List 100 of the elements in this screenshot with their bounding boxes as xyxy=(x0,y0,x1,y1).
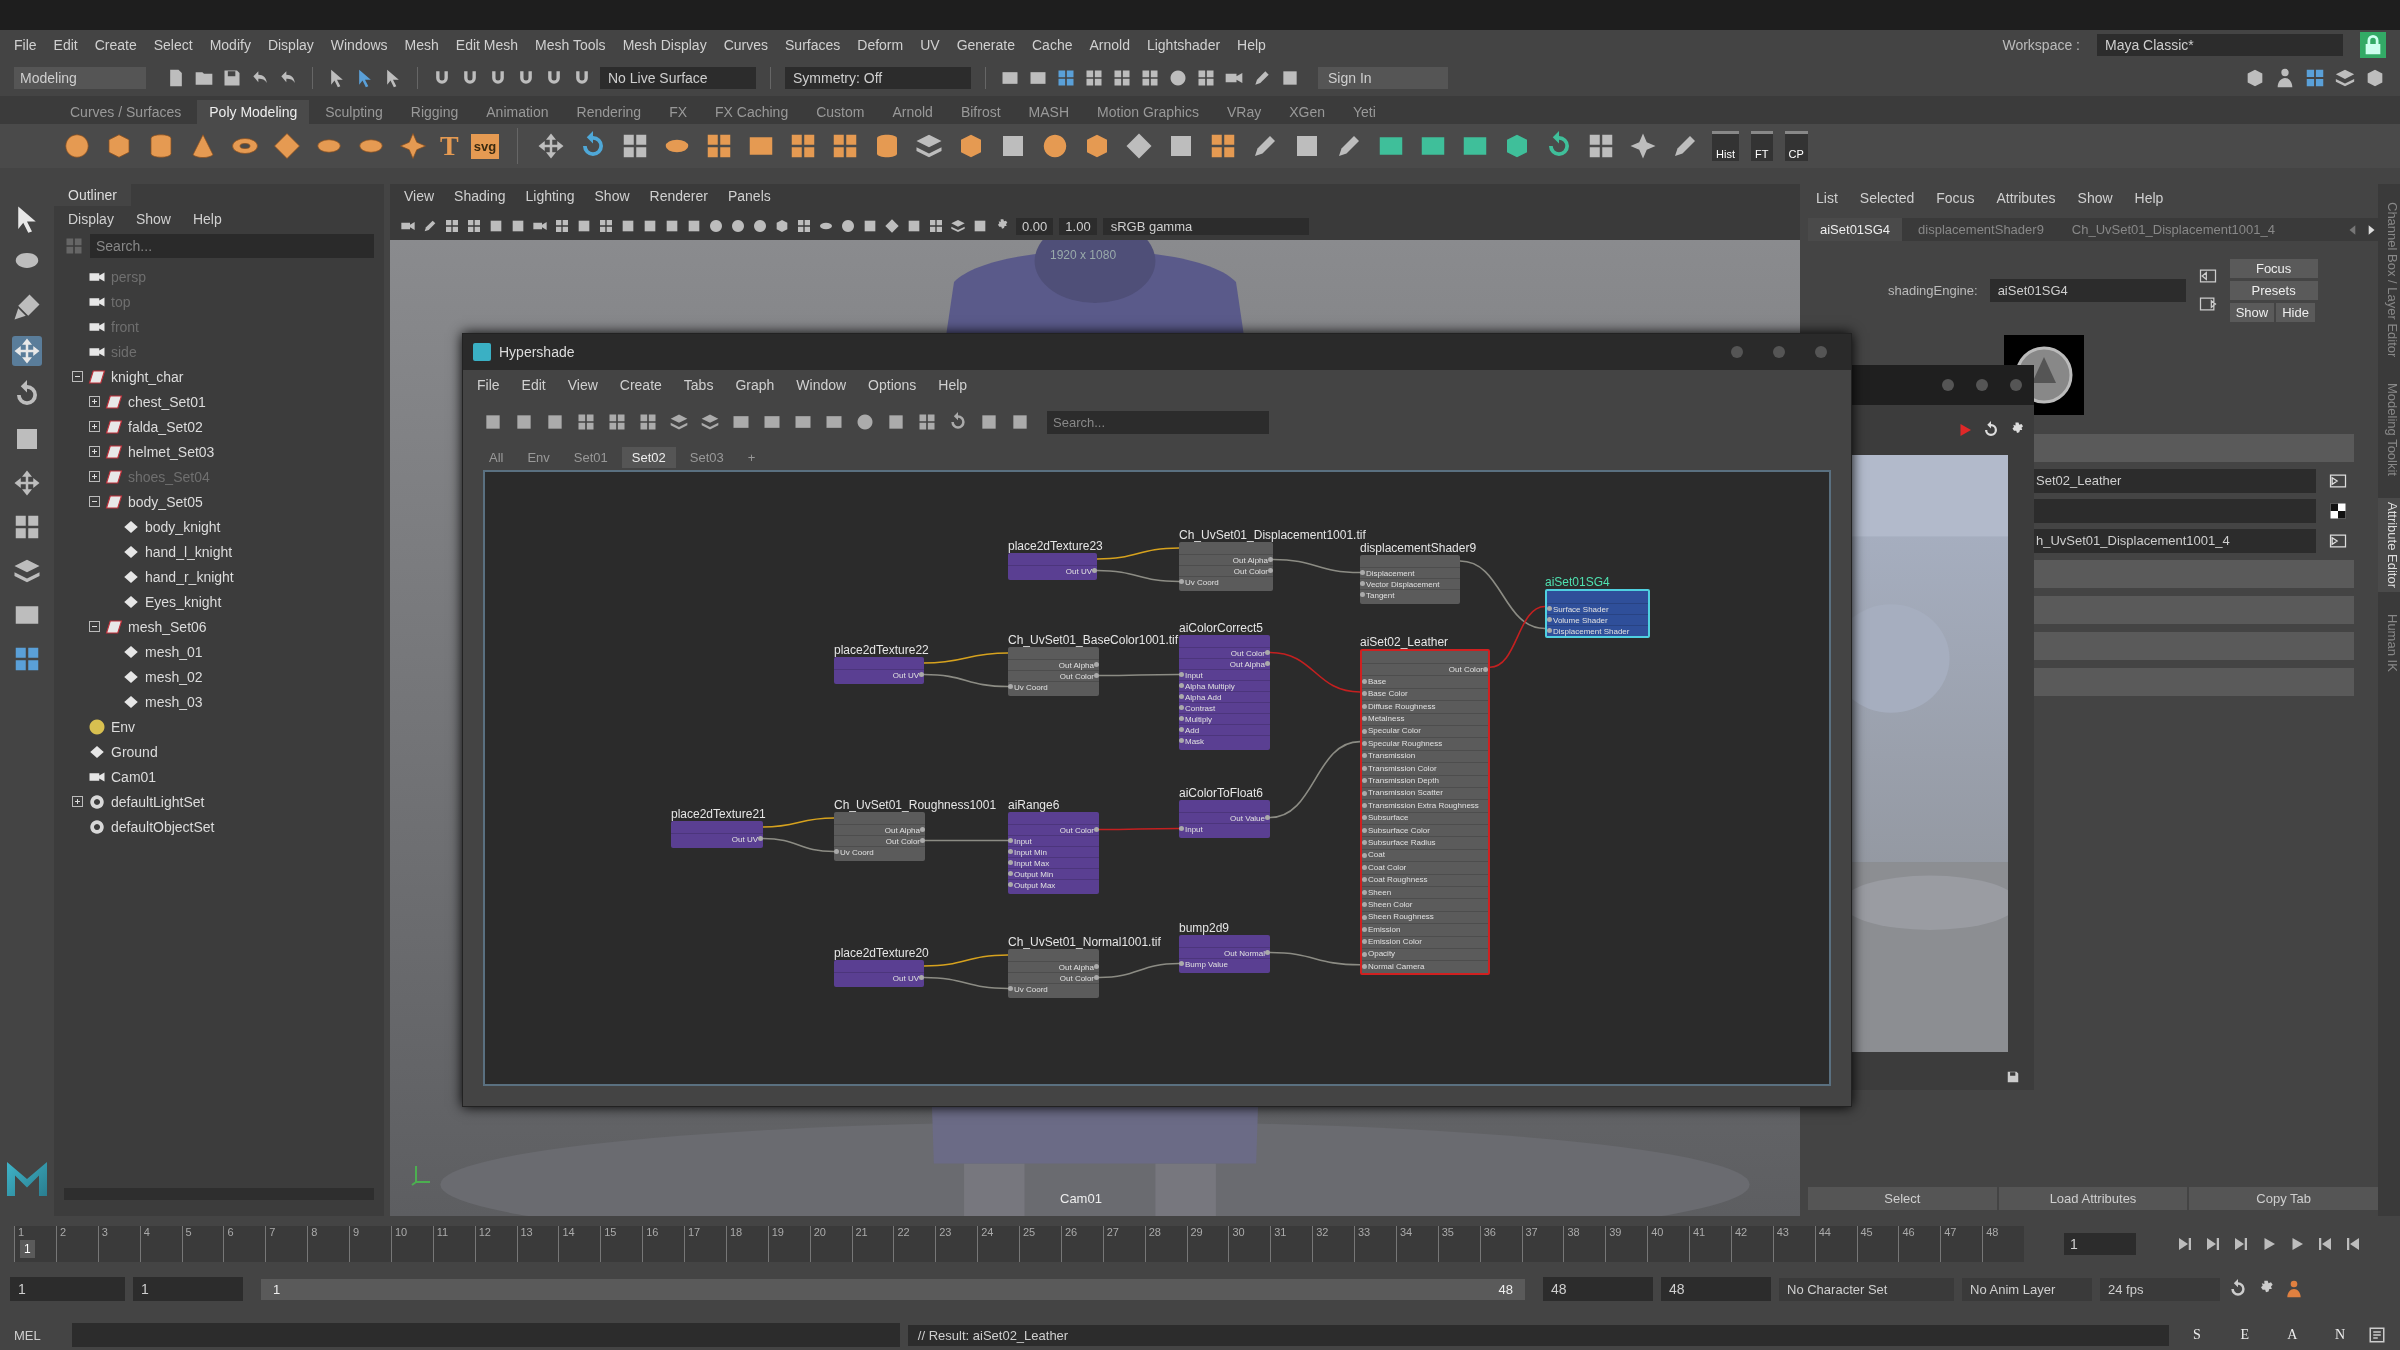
node-port[interactable]: Uv Coord xyxy=(1008,983,1099,994)
show-button[interactable]: Show xyxy=(2229,302,2275,322)
graph-node[interactable]: Out UV xyxy=(834,960,924,987)
grid-icon[interactable] xyxy=(2304,67,2326,89)
graph-tab[interactable]: Set01 xyxy=(563,446,618,468)
refresh-icon[interactable] xyxy=(1982,421,2000,439)
search-field[interactable]: Search... xyxy=(90,234,374,258)
skip-icon[interactable] xyxy=(2344,1235,2362,1253)
square-icon[interactable] xyxy=(979,412,999,432)
outliner-item[interactable]: mesh_02 xyxy=(145,668,203,685)
pen-icon[interactable] xyxy=(422,218,438,234)
menu-item[interactable]: Attributes xyxy=(1996,190,2056,206)
node-port[interactable]: Out Alpha xyxy=(1179,554,1273,565)
menu-item[interactable]: Lighting xyxy=(525,188,575,208)
outliner-item[interactable]: defaultLightSet xyxy=(111,793,205,810)
graph-node[interactable]: Displacement Vector Displacement Tangent xyxy=(1360,555,1460,604)
grid-icon[interactable] xyxy=(554,218,570,234)
range-slider[interactable]: 1 48 xyxy=(261,1278,1525,1300)
menu-item[interactable]: File xyxy=(14,37,37,53)
graph-node[interactable]: Out Alpha Out Color Uv Coord xyxy=(1179,542,1273,591)
outliner-item[interactable]: Eyes_knight xyxy=(145,593,222,610)
menu-item[interactable]: Help xyxy=(1237,37,1266,53)
outliner-item[interactable]: hand_r_knight xyxy=(145,568,234,585)
outliner-item[interactable]: mesh_01 xyxy=(145,643,203,660)
node-port[interactable]: Volume Shader xyxy=(1547,614,1648,625)
expand-toggle[interactable] xyxy=(89,421,100,432)
graph-node[interactable]: Out Alpha Out Color Uv Coord xyxy=(834,812,925,861)
menu-item[interactable]: Options xyxy=(868,377,917,393)
move-icon[interactable] xyxy=(12,336,42,366)
node-port[interactable]: Subsurface Color xyxy=(1362,824,1488,837)
square-icon[interactable] xyxy=(642,218,658,234)
menu-item[interactable]: Shading xyxy=(454,188,506,208)
menu-item[interactable]: Surfaces xyxy=(785,37,841,53)
anim-layer-dropdown[interactable]: No Anim Layer xyxy=(1962,1277,2092,1301)
square-icon[interactable] xyxy=(514,412,534,432)
node-tab[interactable]: displacementShader9 xyxy=(1906,218,2056,241)
node-port[interactable]: Input Max xyxy=(1008,857,1099,868)
shelf-tab[interactable]: XGen xyxy=(1277,100,1338,124)
square-icon[interactable] xyxy=(510,218,526,234)
square-icon[interactable] xyxy=(576,218,592,234)
menu-item[interactable]: Mesh Display xyxy=(622,37,707,53)
graph-node[interactable]: Out Color Out Alpha Input Alpha Multiply Alpha Add Contrast Multiply Add Mask xyxy=(1179,635,1270,750)
menu-item[interactable]: Help xyxy=(192,211,222,227)
node-port[interactable]: Out Color xyxy=(1362,663,1488,676)
grid-icon[interactable] xyxy=(1140,68,1160,88)
status-letter[interactable]: A xyxy=(2272,1327,2313,1343)
node-port[interactable]: Out UV xyxy=(834,972,924,983)
outliner-item[interactable]: Cam01 xyxy=(111,768,157,785)
node-port[interactable]: Out Color xyxy=(834,835,925,846)
square-icon[interactable] xyxy=(483,412,503,432)
save-icon[interactable] xyxy=(222,68,242,88)
square-icon[interactable] xyxy=(664,218,680,234)
shelf-tab[interactable]: VRay xyxy=(1215,100,1274,124)
node-port[interactable]: Emission Color xyxy=(1362,935,1488,948)
menu-item[interactable]: Selected xyxy=(1859,190,1915,206)
node-port[interactable]: Output Min xyxy=(1008,868,1099,879)
graph-tab[interactable]: Set03 xyxy=(679,446,734,468)
star-icon[interactable] xyxy=(398,131,428,161)
grid-icon[interactable] xyxy=(917,412,937,432)
node-port[interactable]: Mask xyxy=(1179,735,1270,746)
graph-node[interactable]: Out Alpha Out Color Uv Coord xyxy=(1008,647,1099,696)
node-port[interactable]: Coat xyxy=(1362,848,1488,862)
menu-item[interactable]: Show xyxy=(594,188,630,208)
node-tab[interactable]: aiSet01SG4 xyxy=(1808,218,1903,241)
shelf-tab[interactable]: Curves / Surfaces xyxy=(58,100,194,124)
node-port[interactable]: Diffuse Roughness xyxy=(1362,700,1488,713)
graph-node[interactable]: Surface Shader Volume Shader Displacement Shader xyxy=(1545,589,1650,638)
layers-icon[interactable] xyxy=(669,412,689,432)
node-port[interactable]: Out Alpha xyxy=(1008,961,1099,972)
node-port[interactable]: Input xyxy=(1179,669,1270,680)
square-icon[interactable] xyxy=(545,412,565,432)
expand-toggle[interactable] xyxy=(89,396,100,407)
layers-icon[interactable] xyxy=(700,412,720,432)
menu-item[interactable]: Lightshader xyxy=(1146,37,1221,53)
expand-toggle[interactable] xyxy=(89,621,100,632)
node-port[interactable]: Out Value xyxy=(1179,812,1270,823)
shelf-tab[interactable]: Bifrost xyxy=(948,100,1013,124)
graph-tab[interactable]: All xyxy=(479,446,514,468)
menu-item[interactable]: Curves xyxy=(723,37,768,53)
square-icon[interactable] xyxy=(488,218,504,234)
node-port[interactable]: Contrast xyxy=(1179,702,1270,713)
node-port[interactable]: Add xyxy=(1179,724,1270,735)
skip-icon[interactable] xyxy=(2176,1235,2194,1253)
expand-toggle[interactable] xyxy=(89,496,100,507)
node-port[interactable]: Uv Coord xyxy=(1179,576,1273,587)
menu-item[interactable]: Display xyxy=(267,37,314,53)
status-letter[interactable]: N xyxy=(2320,1327,2360,1343)
grid-icon[interactable] xyxy=(796,218,812,234)
skip-icon[interactable] xyxy=(2204,1235,2222,1253)
node-port[interactable]: Out Color xyxy=(1008,670,1099,681)
expand-toggle[interactable] xyxy=(89,471,100,482)
menu-item[interactable]: Mesh xyxy=(404,37,439,53)
loop-icon[interactable] xyxy=(2228,1279,2248,1299)
node-port[interactable]: Alpha Add xyxy=(1179,691,1270,702)
node-port[interactable]: Output Max xyxy=(1008,879,1099,890)
grid-icon[interactable] xyxy=(466,218,482,234)
node-port[interactable]: Out UV xyxy=(1008,565,1097,576)
sphere-icon[interactable] xyxy=(855,412,875,432)
command-field[interactable] xyxy=(71,1323,900,1347)
footer-button[interactable]: Select xyxy=(1808,1187,1997,1210)
